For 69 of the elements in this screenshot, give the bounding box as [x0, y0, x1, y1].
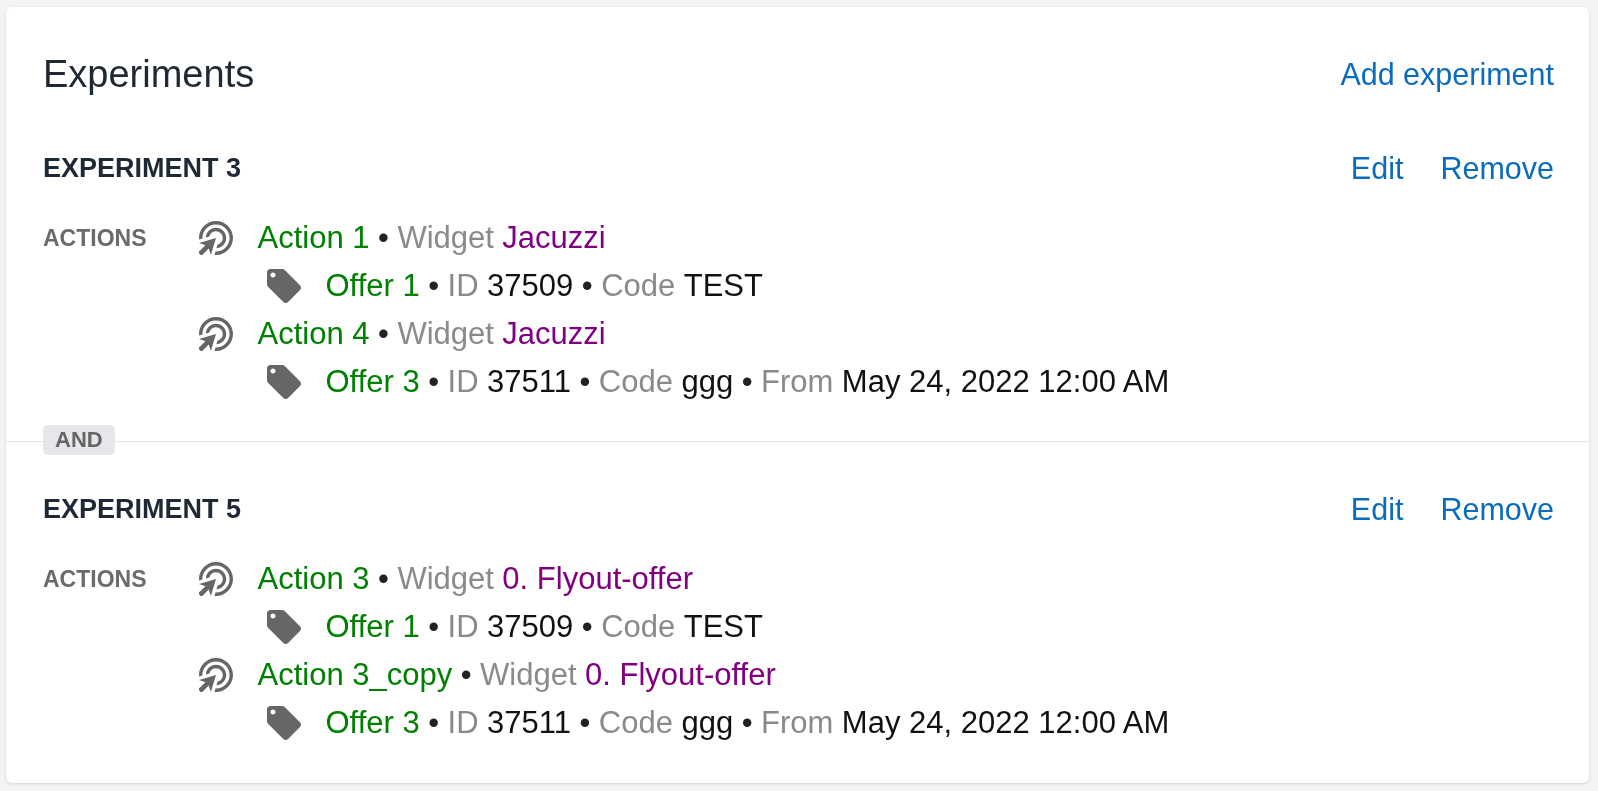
- add-experiment-link[interactable]: Add experiment: [1340, 54, 1554, 94]
- field-value: TEST: [683, 268, 763, 304]
- field-label: Widget: [397, 220, 494, 256]
- widget-name: Jacuzzi: [502, 220, 606, 256]
- field-label: Widget: [397, 316, 494, 352]
- field-label: ID: [447, 609, 479, 645]
- bullet-separator: •: [428, 364, 440, 400]
- field-label: From: [761, 705, 834, 741]
- remove-link[interactable]: Remove: [1440, 148, 1554, 188]
- bullet-separator: •: [581, 268, 593, 304]
- field-value: ggg: [681, 705, 734, 741]
- bullet-separator: •: [741, 705, 753, 741]
- field-label: From: [761, 364, 834, 400]
- actions-label: ACTIONS: [43, 224, 147, 253]
- bullet-separator: •: [378, 561, 389, 597]
- action-name: Action 3_copy: [257, 657, 453, 693]
- offer-name: Offer 1: [325, 609, 420, 645]
- bullet-separator: •: [428, 609, 440, 645]
- tag-icon: [267, 610, 301, 644]
- field-label: Code: [598, 364, 673, 400]
- and-badge: AND: [43, 425, 115, 455]
- field-value: ggg: [681, 364, 734, 400]
- field-value: May 24, 2022 12:00 AM: [841, 364, 1170, 400]
- bullet-separator: •: [581, 609, 593, 645]
- bullet-separator: •: [378, 220, 389, 256]
- field-value: 37509: [487, 268, 574, 304]
- field-value: May 24, 2022 12:00 AM: [841, 705, 1170, 741]
- bullet-separator: •: [579, 364, 591, 400]
- bullet-separator: •: [428, 268, 440, 304]
- bullet-separator: •: [428, 705, 440, 741]
- edit-link[interactable]: Edit: [1350, 489, 1404, 529]
- field-label: ID: [447, 268, 479, 304]
- action-name: Action 3: [257, 561, 370, 597]
- actions-label: ACTIONS: [43, 565, 147, 594]
- field-value: 37509: [487, 609, 574, 645]
- target-arrow-icon: [199, 317, 233, 351]
- field-label: Widget: [397, 561, 494, 597]
- tag-icon: [267, 365, 301, 399]
- offer-name: Offer 3: [325, 705, 420, 741]
- field-label: Widget: [480, 657, 577, 693]
- remove-link[interactable]: Remove: [1440, 489, 1554, 529]
- target-arrow-icon: [199, 562, 233, 596]
- widget-name: Jacuzzi: [502, 316, 606, 352]
- field-label: Code: [598, 705, 673, 741]
- experiment-title: EXPERIMENT 3: [43, 152, 242, 185]
- offer-name: Offer 3: [325, 364, 420, 400]
- bullet-separator: •: [460, 657, 472, 693]
- tag-icon: [267, 706, 301, 740]
- target-arrow-icon: [199, 658, 233, 692]
- offer-name: Offer 1: [325, 268, 420, 304]
- field-label: Code: [601, 268, 676, 304]
- tag-icon: [267, 269, 301, 303]
- bullet-separator: •: [741, 364, 753, 400]
- field-label: ID: [447, 364, 479, 400]
- widget-name: 0. Flyout-offer: [502, 561, 694, 597]
- field-value: 37511: [487, 705, 571, 741]
- page-title: Experiments: [43, 52, 255, 96]
- field-value: 37511: [487, 364, 571, 400]
- edit-link[interactable]: Edit: [1350, 148, 1404, 188]
- action-name: Action 4: [257, 316, 370, 352]
- experiment-title: EXPERIMENT 5: [43, 493, 242, 526]
- bullet-separator: •: [579, 705, 591, 741]
- widget-name: 0. Flyout-offer: [585, 657, 776, 693]
- field-label: Code: [601, 609, 676, 645]
- bullet-separator: •: [378, 316, 389, 352]
- field-label: ID: [447, 705, 479, 741]
- target-arrow-icon: [199, 221, 233, 255]
- field-value: TEST: [683, 609, 763, 645]
- action-name: Action 1: [257, 220, 370, 256]
